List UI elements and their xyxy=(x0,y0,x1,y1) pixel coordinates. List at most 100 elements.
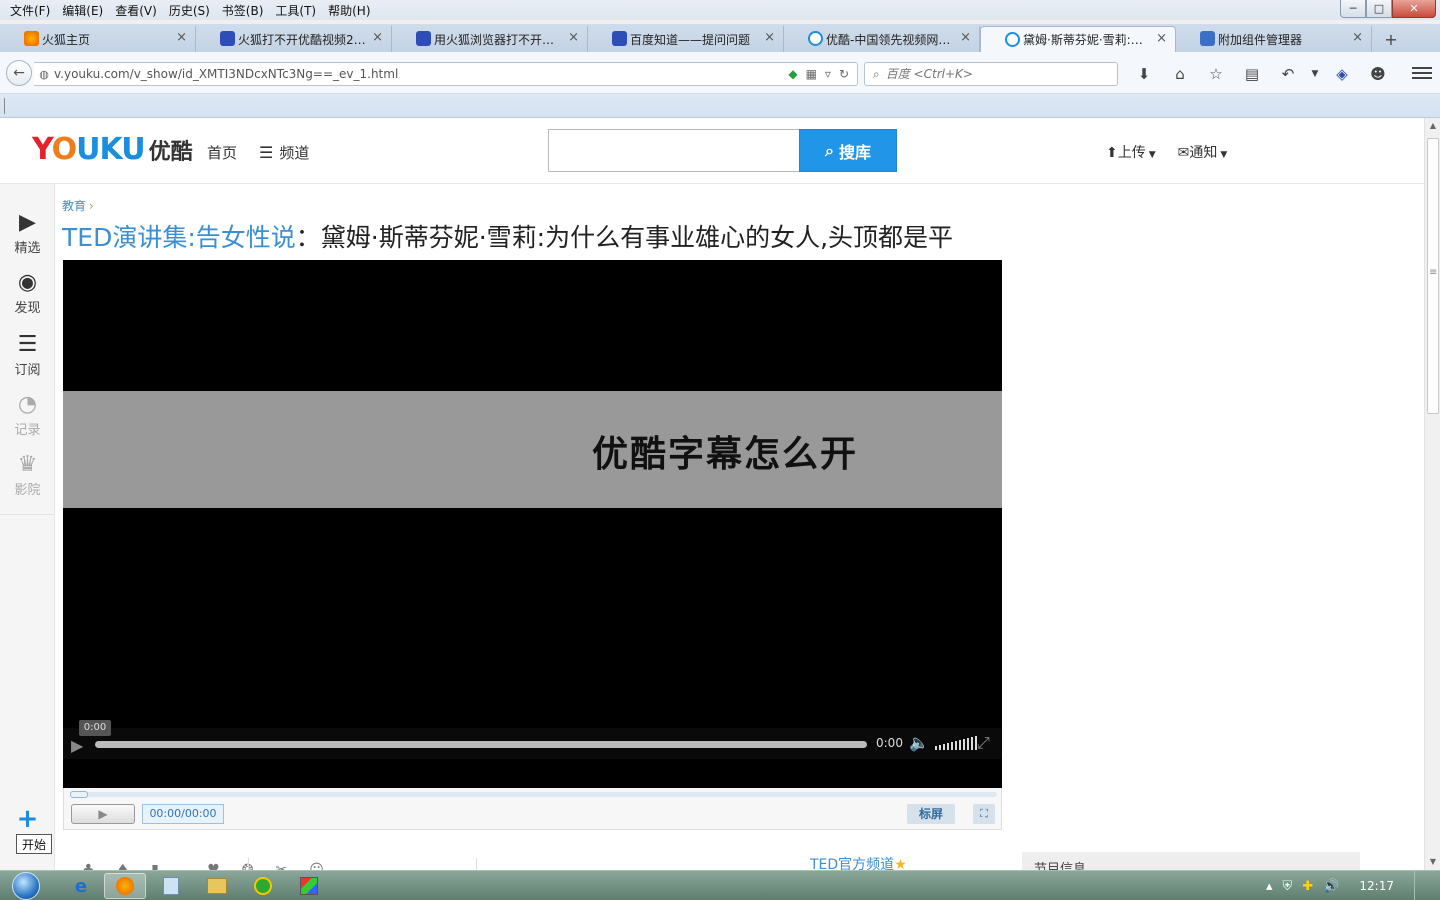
tab-close-icon[interactable]: × xyxy=(764,30,775,45)
side-item-discover[interactable]: ◉ 发现 xyxy=(0,270,55,316)
eye-icon: ◉ xyxy=(17,270,38,295)
tray-plus-icon[interactable]: ✚ xyxy=(1302,879,1313,894)
tab-close-icon[interactable]: × xyxy=(1156,31,1167,46)
lower-progress-track[interactable] xyxy=(70,791,997,798)
fullscreen-icon[interactable]: ⛶ xyxy=(973,804,995,824)
puzzle-icon xyxy=(1200,31,1215,46)
nav-channel-link[interactable]: ☰ 频道 xyxy=(259,142,309,163)
upload-button[interactable]: ⬆上传 ▼ xyxy=(1106,142,1156,162)
tab-close-icon[interactable]: × xyxy=(176,30,187,45)
nav-home-link[interactable]: 首页 xyxy=(207,142,237,163)
speaker-mute-icon[interactable]: 🔈 xyxy=(909,733,929,752)
history-dropdown-icon[interactable]: ▿ xyxy=(825,67,831,81)
windows-orb-icon xyxy=(12,872,40,900)
side-item-featured[interactable]: ▶ 精选 xyxy=(0,210,55,256)
search-bar[interactable]: ⌕ xyxy=(864,62,1118,86)
fullscreen-icon[interactable]: ⤢ xyxy=(977,733,990,753)
shield-icon[interactable]: ◆ xyxy=(788,67,797,81)
maximize-button[interactable]: □ xyxy=(1366,0,1392,18)
tab-label: 火狐打不开优酷视频20... xyxy=(238,32,367,47)
scroll-down-icon[interactable]: ▼ xyxy=(1425,854,1440,870)
tab-youku-video[interactable]: 黛姆·斯蒂芬妮·雪莉:为... × xyxy=(980,26,1176,52)
close-window-button[interactable]: ✕ xyxy=(1392,0,1436,18)
menu-burger-icon[interactable] xyxy=(1412,64,1432,82)
lower-progress-knob[interactable] xyxy=(70,791,88,798)
app-plus-icon[interactable] xyxy=(242,873,284,899)
tab-baidu-1[interactable]: 火狐打不开优酷视频20... × xyxy=(196,26,392,52)
show-desktop-button[interactable] xyxy=(1414,871,1424,900)
url-bar[interactable]: ◍ v.youku.com/v_show/id_XMTI3NDcxNTc3Ng=… xyxy=(34,62,858,86)
home-icon[interactable]: ⌂ xyxy=(1162,62,1198,86)
toolbar-separator xyxy=(4,98,5,114)
star-icon[interactable]: ☆ xyxy=(1198,62,1234,86)
minimize-button[interactable]: ─ xyxy=(1340,0,1366,18)
new-tab-button[interactable]: + xyxy=(1376,26,1406,52)
side-item-subscribe[interactable]: ☰ 订阅 xyxy=(0,332,55,378)
menu-file[interactable]: 文件(F) xyxy=(4,2,56,19)
download-icon[interactable]: ⬇ xyxy=(1126,62,1162,86)
tab-label: 黛姆·斯蒂芬妮·雪莉:为... xyxy=(1023,33,1151,47)
tab-baidu-zhidao[interactable]: 百度知道——提问问题 × xyxy=(588,26,784,52)
explorer-folder-icon[interactable] xyxy=(196,873,238,899)
tab-close-icon[interactable]: × xyxy=(1352,30,1363,45)
paint-icon[interactable] xyxy=(288,873,330,899)
security-shield-icon[interactable]: ⛨ xyxy=(1283,879,1293,894)
side-nav: ▶ 精选 ◉ 发现 ☰ 订阅 ◔ 记录 ♛ 影院 + xyxy=(0,184,55,870)
scroll-thumb[interactable] xyxy=(1427,138,1439,414)
side-item-history[interactable]: ◔ 记录 xyxy=(0,392,55,438)
lower-time-display: 00:00/00:00 xyxy=(142,804,224,824)
time-display: 0:00 xyxy=(876,736,903,750)
dropdown-icon[interactable]: ▼ xyxy=(1306,62,1324,86)
ted-channel-link[interactable]: TED官方频道★ xyxy=(810,854,907,870)
start-button[interactable] xyxy=(6,871,46,900)
menu-view[interactable]: 查看(V) xyxy=(109,2,163,19)
menu-tools[interactable]: 工具(T) xyxy=(269,2,322,19)
abp-icon[interactable]: ◈ xyxy=(1324,62,1360,86)
search-input[interactable] xyxy=(885,67,1086,81)
page-scrollbar[interactable]: ▲ ▼ xyxy=(1424,118,1440,870)
back-button[interactable]: ← xyxy=(6,60,32,86)
notify-button[interactable]: ✉通知 ▼ xyxy=(1178,142,1228,162)
tab-close-icon[interactable]: × xyxy=(372,30,383,45)
url-text[interactable]: v.youku.com/v_show/id_XMTI3NDcxNTc3Ng==_… xyxy=(54,67,788,81)
add-icon[interactable]: + xyxy=(0,804,55,834)
menu-help[interactable]: 帮助(H) xyxy=(322,2,376,19)
youku-search-button[interactable]: ⌕ 搜库 xyxy=(799,129,897,172)
standard-screen-button[interactable]: 标屏 xyxy=(907,804,955,824)
series-link[interactable]: TED演讲集:告女性说 xyxy=(62,223,296,252)
youku-search-input[interactable] xyxy=(548,129,800,172)
notepad-icon[interactable] xyxy=(150,873,192,899)
breadcrumb-category[interactable]: 教育 xyxy=(62,199,86,213)
scroll-up-icon[interactable]: ▲ xyxy=(1425,118,1440,134)
clock[interactable]: 12:17 xyxy=(1359,879,1394,893)
ie-icon[interactable]: e xyxy=(60,873,102,899)
progress-bar[interactable] xyxy=(95,741,867,748)
volume-icon[interactable]: 🔊 xyxy=(1323,879,1339,894)
baidu-paw-icon xyxy=(612,31,627,46)
menu-bookmarks[interactable]: 书签(B) xyxy=(216,2,270,19)
tab-baidu-2[interactable]: 用火狐浏览器打不开优... × xyxy=(392,26,588,52)
lower-play-button[interactable]: ▶ xyxy=(71,804,135,824)
qr-code-icon[interactable]: ▦ xyxy=(806,67,817,81)
menu-history[interactable]: 历史(S) xyxy=(163,2,216,19)
tab-addons[interactable]: 附加组件管理器 × xyxy=(1176,26,1372,52)
tray-expand-icon[interactable]: ▴ xyxy=(1266,879,1273,894)
side-item-cinema[interactable]: ♛ 影院 xyxy=(0,452,55,498)
firefox-task-icon[interactable] xyxy=(104,873,146,899)
youku-logo[interactable]: YOUKU 优酷 xyxy=(32,132,193,167)
subtitle-text: 优酷字幕怎么开 xyxy=(592,434,859,475)
tab-close-icon[interactable]: × xyxy=(960,30,971,45)
reload-icon[interactable]: ↻ xyxy=(839,67,849,81)
tab-firefox-home[interactable]: 火狐主页 × xyxy=(0,26,196,52)
menu-edit[interactable]: 编辑(E) xyxy=(56,2,109,19)
tab-close-icon[interactable]: × xyxy=(568,30,579,45)
play-icon[interactable]: ▶ xyxy=(71,736,83,755)
action-icons-peek: ♣♠▮ ♥❂✂☺ xyxy=(82,862,346,870)
video-player[interactable]: 优酷字幕怎么开 0:00 ▶ 0:00 🔈 ⤢ xyxy=(63,260,1002,788)
tab-youku-home[interactable]: 优酷-中国领先视频网站... × xyxy=(784,26,980,52)
side-item-label: 记录 xyxy=(14,423,41,438)
reader-icon[interactable]: ▤ xyxy=(1234,62,1270,86)
chat-icon[interactable]: ☻ xyxy=(1360,62,1396,86)
undo-icon[interactable]: ↶ xyxy=(1270,62,1306,86)
volume-slider[interactable] xyxy=(935,736,977,750)
